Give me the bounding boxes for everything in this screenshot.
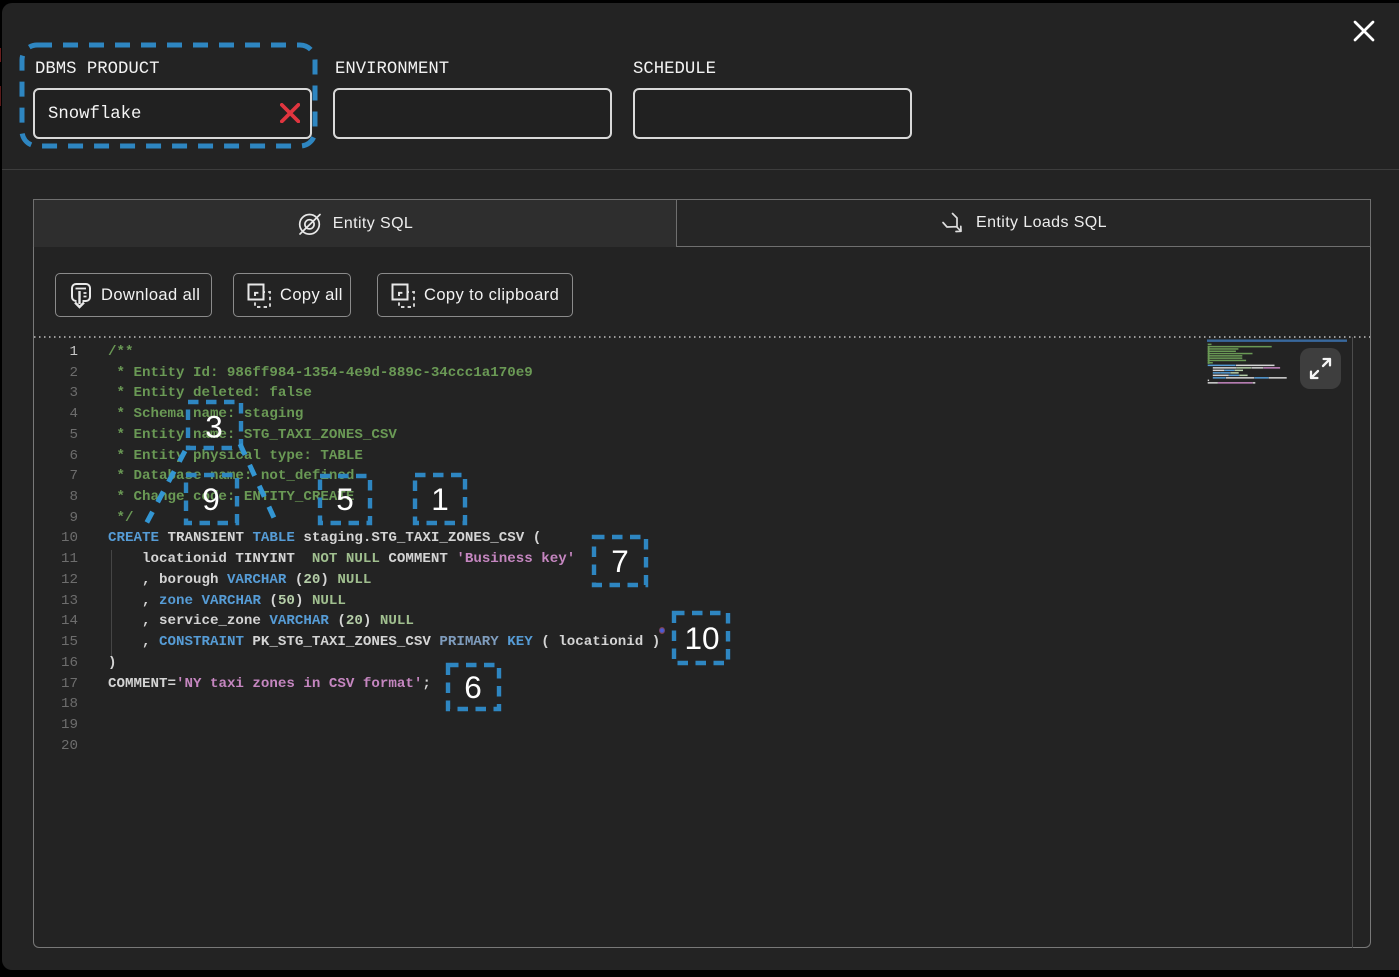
svg-text:9: 9	[202, 481, 220, 517]
svg-text:5: 5	[336, 481, 354, 517]
svg-text:10: 10	[684, 620, 719, 656]
svg-text:1: 1	[431, 481, 449, 517]
svg-text:3: 3	[205, 409, 223, 445]
svg-text:7: 7	[611, 543, 629, 579]
svg-text:6: 6	[464, 669, 482, 705]
